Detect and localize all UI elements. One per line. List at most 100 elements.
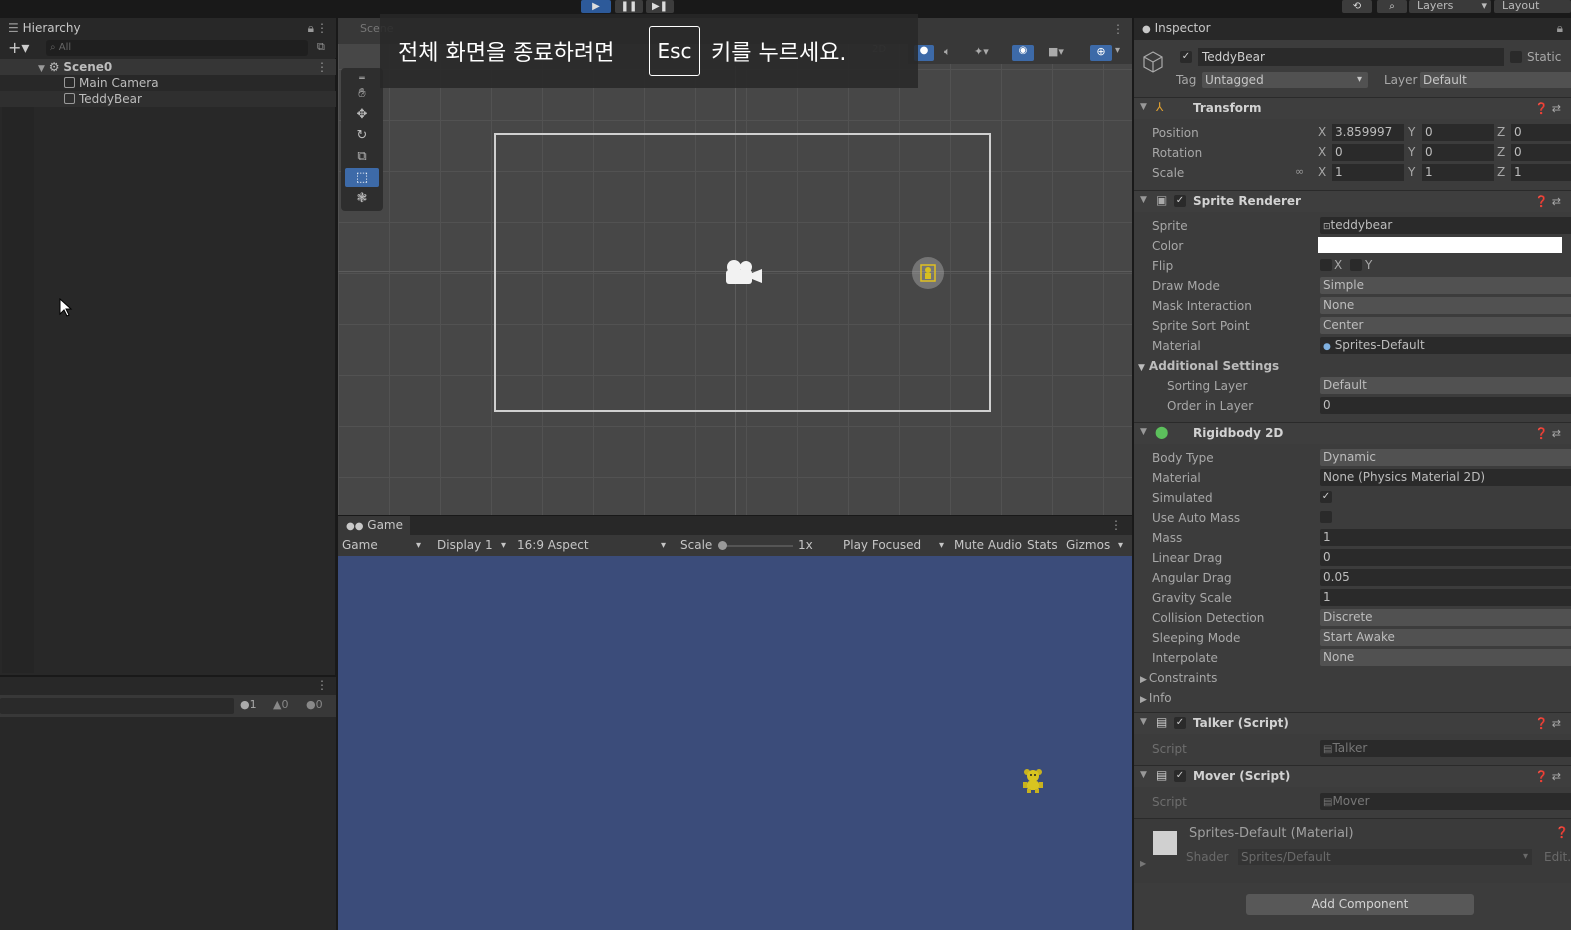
lock-icon[interactable]: 🔒︎ <box>1557 18 1563 38</box>
position-x-field[interactable]: 3.859997 <box>1332 124 1404 141</box>
scale-z-field[interactable]: 1 <box>1511 164 1571 181</box>
position-z-field[interactable]: 0 <box>1511 124 1571 141</box>
angular-drag-field[interactable]: 0.05 <box>1320 569 1571 586</box>
camera-settings-icon[interactable]: ■▾ <box>1048 45 1064 58</box>
scene-row[interactable]: ▼ ⚙ Scene0 ⋮ <box>0 59 336 75</box>
mass-field[interactable]: 1 <box>1320 529 1571 546</box>
flip-x-checkbox[interactable] <box>1320 259 1332 271</box>
error-count-toggle[interactable]: ●0 <box>306 698 323 711</box>
move-tool-button[interactable]: ✥ <box>345 105 379 124</box>
scene-menu-icon[interactable]: ⋮ <box>316 59 328 75</box>
layer-dropdown[interactable]: Default <box>1420 72 1571 88</box>
scale-slider-thumb[interactable] <box>718 541 727 550</box>
search-button[interactable]: ⌕ <box>1377 0 1407 13</box>
history-button[interactable]: ⟲ <box>1342 0 1372 13</box>
play-focused-dropdown[interactable]: Play Focused ▾ <box>843 535 944 556</box>
additional-settings-foldout[interactable]: ▼ Additional Settings <box>1138 358 1279 376</box>
filter-icon[interactable]: ⧉ <box>317 40 325 54</box>
scale-tool-button[interactable]: ⧉ <box>345 147 379 166</box>
add-icon[interactable]: +▾ <box>8 38 29 57</box>
rect-tool-button[interactable]: ⬚ <box>345 168 379 187</box>
sprite-renderer-enabled-checkbox[interactable]: ✓ <box>1174 195 1186 207</box>
rotation-y-field[interactable]: 0 <box>1422 144 1494 161</box>
flip-y-checkbox[interactable] <box>1350 259 1362 271</box>
gravity-scale-field[interactable]: 1 <box>1320 589 1571 606</box>
sprite-field[interactable]: ⊡teddybear <box>1320 217 1571 234</box>
inspector-tab[interactable]: ● Inspector 🔒︎ <box>1134 18 1571 40</box>
info-count-toggle[interactable]: ●1 <box>240 698 257 711</box>
body-type-dropdown[interactable]: Dynamic <box>1320 449 1571 466</box>
kebab-menu-icon[interactable]: ⋮ <box>316 18 328 38</box>
hierarchy-search-input[interactable]: ⌕ All <box>46 40 308 56</box>
audio-toggle-icon[interactable]: 🔈︎ <box>944 45 951 59</box>
scale-x-field[interactable]: 1 <box>1332 164 1404 181</box>
chevron-down-icon[interactable]: ▾ <box>1115 45 1120 56</box>
object-name-input[interactable]: TeddyBear <box>1198 48 1504 66</box>
active-checkbox[interactable]: ✓ <box>1180 51 1192 63</box>
visibility-toggle-icon[interactable]: ◉ <box>1012 45 1034 61</box>
info-foldout[interactable]: ▶ Info <box>1140 690 1172 708</box>
kebab-menu-icon[interactable]: ⋮ <box>1112 22 1124 36</box>
static-checkbox[interactable] <box>1510 51 1522 63</box>
transform-tool-button[interactable]: ❃ <box>345 189 379 208</box>
console-search-input[interactable] <box>0 698 234 714</box>
play-button[interactable]: ▶ <box>581 0 611 13</box>
sleeping-mode-dropdown[interactable]: Start Awake <box>1320 629 1571 646</box>
hierarchy-item-teddybear[interactable]: TeddyBear <box>0 91 336 107</box>
hierarchy-tab[interactable]: ☰ Hierarchy 🔒︎ ⋮ <box>0 18 336 38</box>
mover-section-header[interactable]: ▼ ▤ ✓ Mover (Script) ❓ ⇄ <box>1134 765 1571 787</box>
kebab-menu-icon[interactable]: ⋮ <box>1110 518 1122 532</box>
physics-material-field[interactable]: None (Physics Material 2D) <box>1320 469 1571 486</box>
use-auto-mass-checkbox[interactable] <box>1320 511 1332 523</box>
sprite-sort-point-dropdown[interactable]: Center <box>1320 317 1571 334</box>
component-menu-icons[interactable]: ❓ ⇄ <box>1535 102 1561 115</box>
help-icon[interactable]: ❓ <box>1555 826 1569 839</box>
camera-gizmo-icon[interactable] <box>722 258 764 288</box>
link-icon[interactable]: ∞ <box>1295 165 1304 178</box>
rotate-tool-button[interactable]: ↻ <box>345 126 379 145</box>
kebab-menu-icon[interactable]: ⋮ <box>316 678 328 692</box>
foldout-arrow-icon[interactable]: ▶ <box>1140 859 1146 868</box>
hierarchy-item-main-camera[interactable]: Main Camera <box>0 75 336 91</box>
scale-y-field[interactable]: 1 <box>1422 164 1494 181</box>
pause-button[interactable]: ❚❚ <box>615 0 643 13</box>
rotation-z-field[interactable]: 0 <box>1511 144 1571 161</box>
stats-toggle[interactable]: Stats <box>1027 535 1058 556</box>
game-tab[interactable]: ●● Game <box>338 516 410 535</box>
warning-count-toggle[interactable]: ▲0 <box>273 698 288 711</box>
mask-interaction-dropdown[interactable]: None <box>1320 297 1571 314</box>
lock-icon[interactable]: 🔒︎ <box>308 18 314 38</box>
gizmos-toggle-icon[interactable]: ⊕ <box>1090 45 1112 61</box>
transform-section-header[interactable]: ▼ ⅄ Transform ❓ ⇄ <box>1134 97 1571 119</box>
effects-toggle-icon[interactable]: ✦▾ <box>974 45 989 58</box>
sorting-layer-dropdown[interactable]: Default <box>1320 377 1571 394</box>
collision-detection-dropdown[interactable]: Discrete <box>1320 609 1571 626</box>
component-menu-icons[interactable]: ❓ ⇄ <box>1535 195 1561 208</box>
shader-edit-button[interactable]: Edit... <box>1544 850 1571 864</box>
color-swatch[interactable] <box>1318 237 1562 253</box>
order-in-layer-field[interactable]: 0 <box>1320 397 1571 414</box>
component-menu-icons[interactable]: ❓ ⇄ <box>1535 717 1561 730</box>
layers-dropdown[interactable]: Layers ▾ <box>1409 0 1491 13</box>
hand-tool-button[interactable]: ✋︎ <box>345 84 379 103</box>
tag-dropdown[interactable]: Untagged ▾ <box>1202 72 1368 88</box>
draw-mode-dropdown[interactable]: Simple <box>1320 277 1571 294</box>
game-mode-dropdown[interactable]: Game ▾ <box>342 535 421 556</box>
talker-enabled-checkbox[interactable]: ✓ <box>1174 717 1186 729</box>
rigidbody-section-header[interactable]: ▼ ⬤ Rigidbody 2D ❓ ⇄ <box>1134 422 1571 444</box>
sprite-renderer-section-header[interactable]: ▼ ▣ ✓ Sprite Renderer ❓ ⇄ <box>1134 190 1571 212</box>
scale-slider-track[interactable] <box>718 545 793 547</box>
mute-audio-toggle[interactable]: Mute Audio <box>954 535 1022 556</box>
mover-enabled-checkbox[interactable]: ✓ <box>1174 770 1186 782</box>
rotation-x-field[interactable]: 0 <box>1332 144 1404 161</box>
step-button[interactable]: ▶❚ <box>646 0 674 13</box>
game-viewport[interactable] <box>338 556 1132 930</box>
layout-dropdown[interactable]: Layout <box>1494 0 1571 13</box>
component-menu-icons[interactable]: ❓ ⇄ <box>1535 770 1561 783</box>
talker-section-header[interactable]: ▼ ▤ ✓ Talker (Script) ❓ ⇄ <box>1134 712 1571 734</box>
simulated-checkbox[interactable]: ✓ <box>1320 491 1332 503</box>
gizmos-dropdown[interactable]: Gizmos ▾ <box>1066 535 1123 556</box>
aspect-dropdown[interactable]: 16:9 Aspect ▾ <box>517 535 666 556</box>
interpolate-dropdown[interactable]: None <box>1320 649 1571 666</box>
constraints-foldout[interactable]: ▶ Constraints <box>1140 670 1217 688</box>
